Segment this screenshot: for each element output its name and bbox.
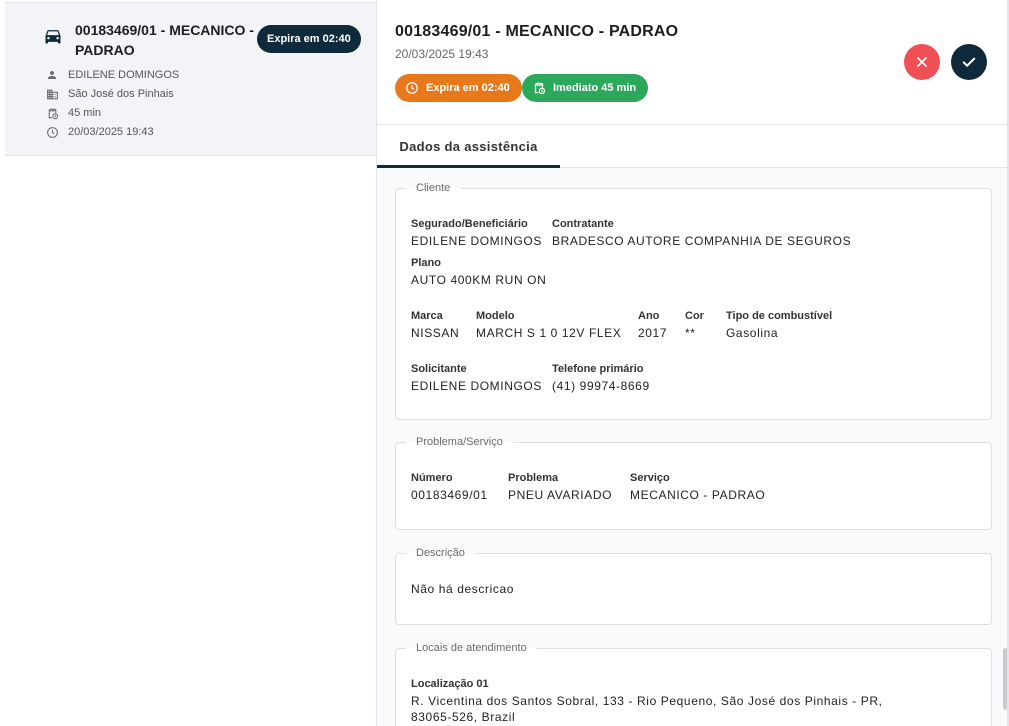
numero-field: Número 00183469/01 (411, 471, 488, 503)
modelo-field: Modelo MARCH S 1 0 12V FLEX (476, 309, 621, 341)
expires-pill-label: Expira em 02:40 (426, 82, 510, 94)
clipboard-clock-icon (45, 106, 59, 120)
field-label: Ano (638, 310, 660, 322)
cliente-legend: Cliente (416, 182, 451, 194)
duration: 45 min (68, 107, 102, 119)
field-value: EDILENE DOMINGOS (411, 234, 542, 248)
address-line-1: R. Vicentina dos Santos Sobral, 133 - Ri… (411, 694, 883, 708)
locais-section: Locais de atendimento Localização 01 R. … (395, 642, 992, 726)
expires-badge: Expira em 02:40 (257, 25, 361, 53)
ano-field: Ano 2017 (638, 309, 667, 341)
city-row: São José dos Pinhais (45, 86, 174, 102)
cliente-section: Cliente Segurado/Beneficiário EDILENE DO… (395, 182, 992, 420)
close-icon (917, 57, 927, 67)
check-icon (962, 57, 976, 67)
assistance-list-panel: 00183469/01 - MECANICO - PADRAO Expira e… (0, 0, 377, 726)
assistance-list-card[interactable]: 00183469/01 - MECANICO - PADRAO Expira e… (5, 2, 376, 156)
duration-row: 45 min (45, 105, 101, 121)
field-label: Segurado/Beneficiário (411, 218, 528, 230)
descricao-legend: Descrição (416, 547, 465, 559)
field-value: EDILENE DOMINGOS (411, 379, 542, 393)
problema-legend: Problema/Serviço (416, 436, 503, 448)
field-value: (41) 99974-8669 (552, 379, 650, 393)
field-label: Localização 01 (411, 678, 489, 690)
telefone-field: Telefone primário (41) 99974-8669 (552, 362, 650, 394)
localizacao-field: Localização 01 R. Vicentina dos Santos S… (411, 677, 883, 725)
field-value: NISSAN (411, 326, 460, 340)
clock-icon (45, 125, 59, 139)
solicitante-field: Solicitante EDILENE DOMINGOS (411, 362, 542, 394)
field-value: ** (685, 326, 696, 340)
descricao-section: Descrição Não há descricao (395, 547, 992, 625)
person-icon (45, 68, 59, 82)
field-value: 2017 (638, 326, 668, 340)
immediate-pill-label: Imediato 45 min (553, 82, 637, 94)
city: São José dos Pinhais (68, 88, 174, 100)
field-label: Solicitante (411, 363, 467, 375)
segurado-field: Segurado/Beneficiário EDILENE DOMINGOS (411, 217, 542, 249)
field-value: PNEU AVARIADO (508, 488, 613, 502)
scrollbar-thumb[interactable] (1003, 648, 1007, 710)
problema-field: Problema PNEU AVARIADO (508, 471, 612, 503)
field-label: Marca (411, 310, 443, 322)
car-icon (43, 26, 63, 46)
accept-button[interactable] (951, 44, 987, 80)
field-value: MECANICO - PADRAO (630, 488, 766, 502)
field-label: Problema (508, 472, 559, 484)
datetime: 20/03/2025 19:43 (68, 126, 154, 138)
detail-title: 00183469/01 - MECANICO - PADRAO (395, 23, 679, 40)
locais-legend: Locais de atendimento (416, 642, 527, 654)
field-value: 00183469/01 (411, 488, 488, 502)
client-row: EDILENE DOMINGOS (45, 67, 179, 83)
marca-field: Marca NISSAN (411, 309, 459, 341)
assistance-detail-panel: 00183469/01 - MECANICO - PADRAO 20/03/20… (377, 0, 1009, 726)
field-label: Plano (411, 257, 441, 269)
expires-pill: Expira em 02:40 (395, 74, 522, 102)
datetime-row: 20/03/2025 19:43 (45, 124, 154, 140)
field-label: Serviço (630, 472, 670, 484)
address-line-2: 83065-526, Brazil (411, 710, 516, 724)
cor-field: Cor ** (685, 309, 704, 341)
field-label: Cor (685, 310, 704, 322)
field-label: Modelo (476, 310, 515, 322)
field-value: Gasolina (726, 326, 779, 340)
clock-icon (405, 81, 419, 95)
reject-button[interactable] (904, 44, 940, 80)
client-name: EDILENE DOMINGOS (68, 69, 180, 81)
tab-content: Cliente Segurado/Beneficiário EDILENE DO… (377, 168, 1007, 726)
plano-field: Plano AUTO 400KM RUN ON (411, 256, 546, 288)
field-label: Contratante (552, 218, 614, 230)
card-title: 00183469/01 - MECANICO - PADRAO (75, 22, 254, 58)
field-label: Tipo de combustível (726, 310, 833, 322)
descricao-value: Não há descricao (411, 582, 514, 596)
immediate-pill: Imediato 45 min (522, 74, 649, 102)
tab-dados-assistencia[interactable]: Dados da assistência (377, 125, 560, 168)
field-value: AUTO 400KM RUN ON (411, 273, 547, 287)
field-value: BRADESCO AUTORE COMPANHIA DE SEGUROS (552, 234, 852, 248)
problema-section: Problema/Serviço Número 00183469/01 Prob… (395, 436, 992, 530)
building-icon (45, 87, 59, 101)
contratante-field: Contratante BRADESCO AUTORE COMPANHIA DE… (552, 217, 851, 249)
combustivel-field: Tipo de combustível Gasolina (726, 309, 832, 341)
descricao-field: Não há descricao (411, 579, 514, 597)
servico-field: Serviço MECANICO - PADRAO (630, 471, 765, 503)
field-value: MARCH S 1 0 12V FLEX (476, 326, 622, 340)
field-label: Número (411, 472, 453, 484)
clipboard-clock-icon (532, 81, 546, 95)
field-label: Telefone primário (552, 363, 644, 375)
detail-datetime: 20/03/2025 19:43 (395, 47, 489, 61)
